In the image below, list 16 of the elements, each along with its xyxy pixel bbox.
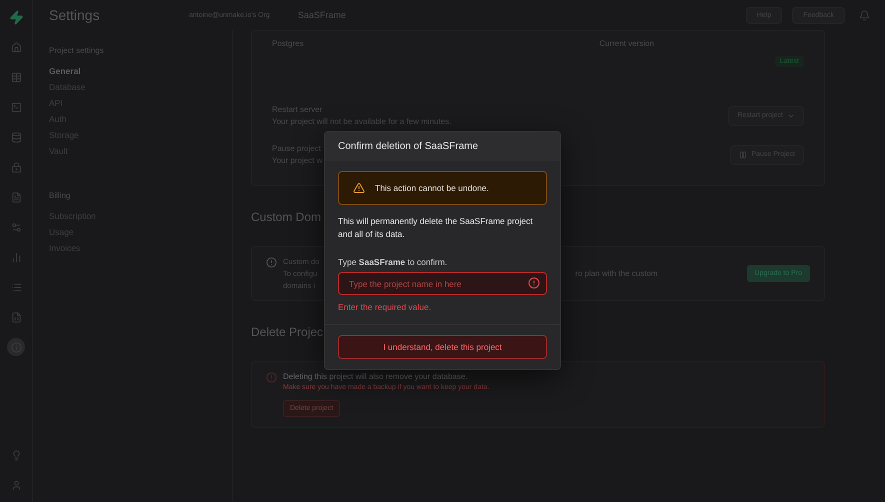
section-heading: Delete Projec xyxy=(251,325,324,339)
sidebar-item[interactable]: General xyxy=(49,63,216,79)
dialog-description: This will permanently delete the SaaSFrame project and all of its data. xyxy=(338,215,534,242)
confirm-prompt: Type SaaSFrame to confirm. xyxy=(338,257,448,268)
project-name-field[interactable]: Type the project name in here xyxy=(338,272,547,296)
warning-text: This action cannot be undone. xyxy=(375,183,489,193)
section-heading: Custom Dom xyxy=(251,210,322,224)
alert-icon xyxy=(266,372,277,383)
info-icon xyxy=(266,257,277,268)
confirm-delete-button[interactable]: I understand, delete this project xyxy=(338,335,547,360)
error-message: Enter the required value. xyxy=(338,302,432,312)
dialog-title: Confirm deletion of SaaSFrame xyxy=(325,132,560,161)
pause-icon xyxy=(739,150,748,158)
error-icon xyxy=(528,277,540,290)
warning-icon xyxy=(353,182,365,194)
page-title: Settings xyxy=(49,7,101,23)
